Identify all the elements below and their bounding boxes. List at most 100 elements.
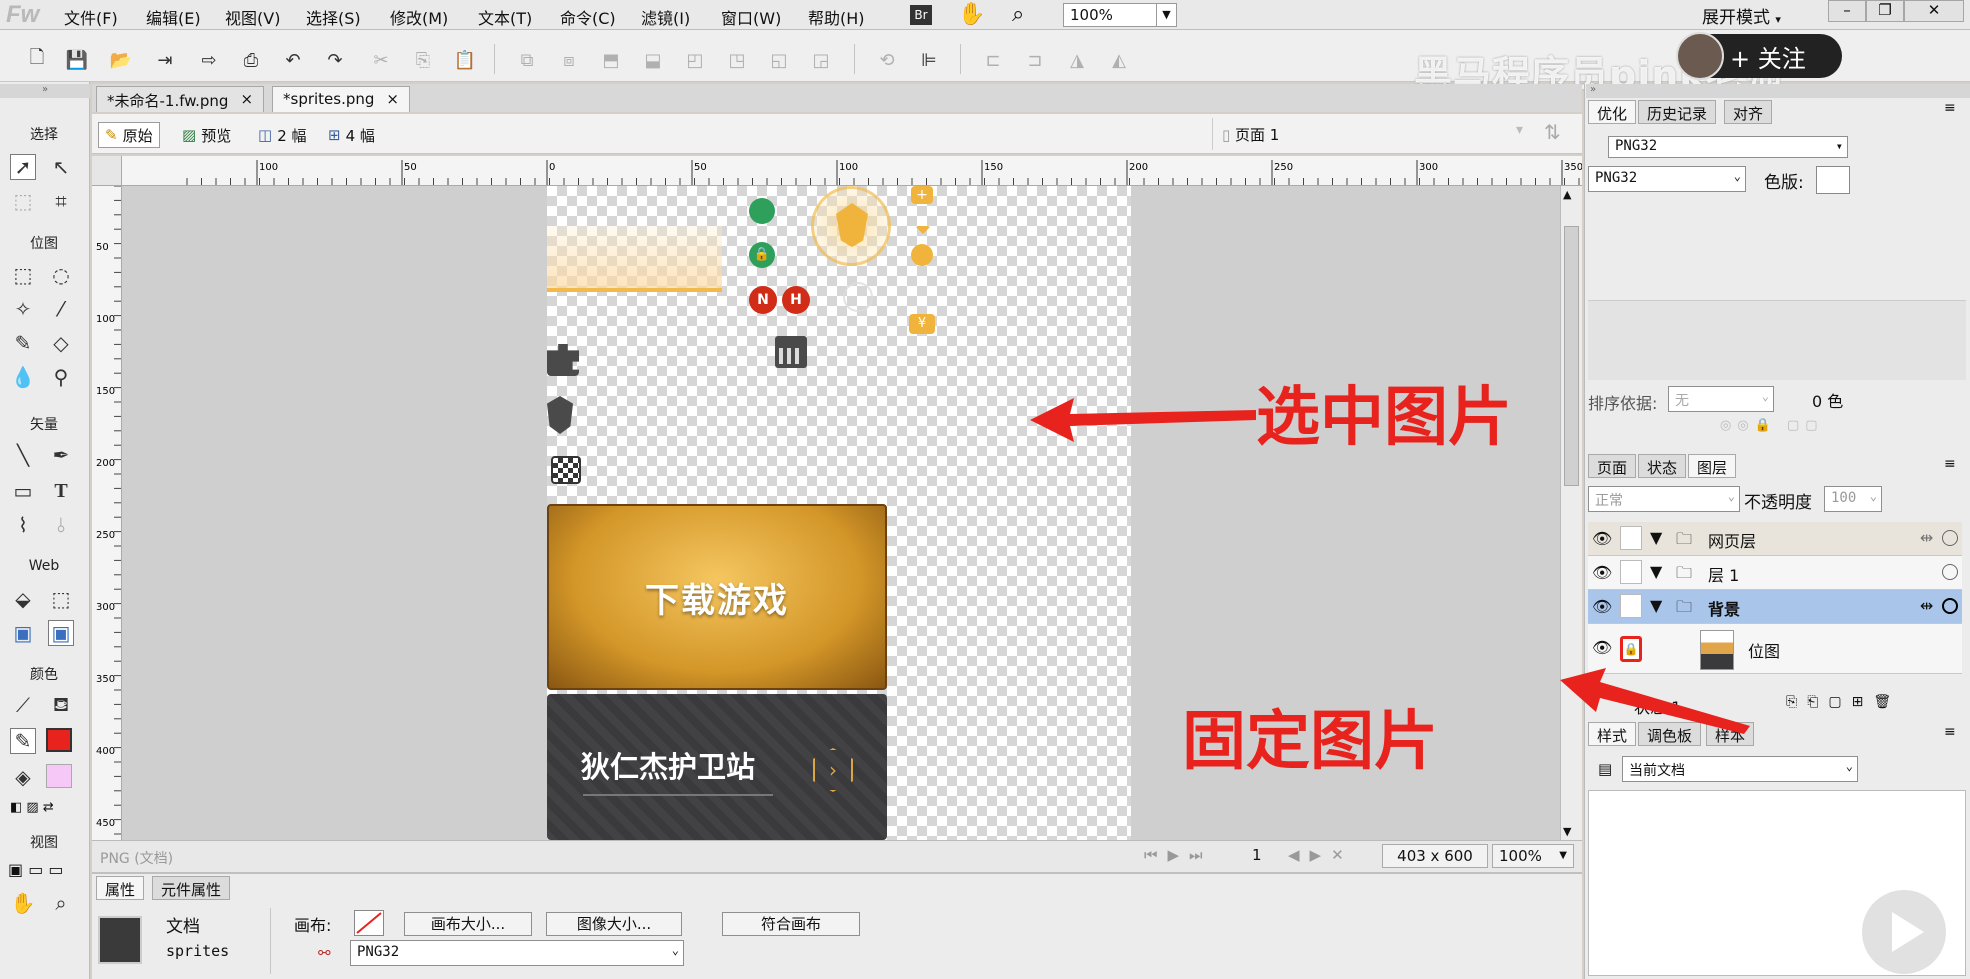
bucket-tool-icon[interactable]: ⛾ [48, 692, 74, 718]
shield-gray-icon[interactable] [547, 396, 573, 434]
subselect-tool-icon[interactable]: ↖ [48, 154, 74, 180]
align-left-icon[interactable]: ⊏ [980, 48, 1006, 72]
restore-button[interactable]: ❐ [1866, 0, 1904, 22]
zoom-icon[interactable]: ⌕ [1012, 2, 1024, 27]
lock-toggle[interactable] [1620, 594, 1642, 618]
send-back-icon[interactable]: ◳ [724, 48, 750, 72]
view-original-button[interactable]: ✎ 原始 [98, 122, 160, 148]
default-colors-icon[interactable]: ◧ ▨ ⇄ [10, 800, 54, 815]
matte-color-swatch[interactable] [1816, 166, 1850, 194]
panel-grip[interactable]: » [1586, 84, 1970, 98]
style-source-select[interactable]: 当前文档 ⌄ [1622, 756, 1858, 782]
menu-item[interactable]: 帮助(H) [808, 5, 865, 29]
hand-icon[interactable]: ✋ [958, 2, 985, 27]
hide-slices-icon[interactable]: ▣ [10, 620, 36, 646]
import-icon[interactable]: ⇥ [152, 48, 178, 72]
scroll-down-icon[interactable]: ▼ [1563, 825, 1571, 838]
lock-toggle[interactable] [1620, 560, 1642, 584]
hand-tool-icon[interactable]: ✋ [10, 890, 36, 916]
freeform-tool-icon[interactable]: ⌇ [10, 512, 36, 538]
eye-icon[interactable]: 👁 [1592, 563, 1612, 582]
zoom-level-select[interactable]: 100% ▼ [1492, 844, 1574, 868]
bridge-icon[interactable]: Br [910, 5, 932, 25]
text-tool-icon[interactable]: T [48, 478, 74, 504]
distribute-icon[interactable]: ◲ [808, 48, 834, 72]
panel-menu-icon[interactable]: ≡ [1944, 456, 1956, 472]
tab-align[interactable]: 对齐 [1724, 100, 1773, 124]
menu-item[interactable]: 选择(S) [306, 5, 361, 29]
stamp-tool-icon[interactable]: ⚲ [48, 364, 74, 390]
view-preview-button[interactable]: ▨ 预览 [176, 122, 237, 148]
play-overlay[interactable] [1862, 890, 1946, 974]
fill-color-swatch[interactable] [46, 764, 72, 788]
expand-icon[interactable]: ▼ [1650, 596, 1662, 615]
blend-mode-select[interactable]: 正常 ⌄ [1588, 486, 1740, 512]
panel-grip[interactable]: » [0, 84, 90, 98]
pen-tool-icon[interactable]: ✒ [48, 442, 74, 468]
cut-icon[interactable]: ✂ [368, 48, 394, 72]
layer-target-icon[interactable] [1942, 564, 1958, 580]
tab-layers[interactable]: 图层 [1688, 454, 1737, 478]
flip-v-icon[interactable]: ◭ [1106, 48, 1132, 72]
yen-ticket-icon[interactable]: ¥ [909, 314, 935, 334]
document-canvas[interactable]: 🔒 N H + ¥ 下载游戏 狄仁杰护卫站 › [547, 186, 1131, 840]
align-icon[interactable]: ⊫ [916, 48, 942, 72]
print-icon[interactable]: ⎙ [238, 48, 264, 72]
save-icon[interactable]: 💾 [64, 48, 90, 72]
page-select[interactable]: ▯ 页面 1 [1222, 124, 1279, 145]
brush-tool-icon[interactable]: ⁄ [48, 296, 74, 322]
optimize-format-select[interactable]: PNG32 ⌄ [1588, 166, 1746, 192]
image-size-button[interactable]: 图像大小... [546, 912, 682, 936]
arrange-icon[interactable]: ◱ [766, 48, 792, 72]
screen-mode-icons[interactable]: ▣ ▭ ▭ [8, 860, 64, 879]
split-icon[interactable]: ⬓ [640, 48, 666, 72]
calendar-icon[interactable] [775, 336, 807, 368]
lock-icon[interactable]: 🔒 [749, 242, 775, 268]
open-icon[interactable]: 📂 [108, 48, 134, 72]
blur-tool-icon[interactable]: 💧 [10, 364, 36, 390]
plus-icon[interactable]: + [911, 186, 933, 204]
expand-icon[interactable]: ▼ [1650, 528, 1662, 547]
rectangle-tool-icon[interactable]: ▭ [10, 478, 36, 504]
sprite-badge-h[interactable]: H [782, 286, 810, 314]
copy-icon[interactable]: ⎘ [410, 48, 436, 72]
chevron-down-icon[interactable]: ▾ [1516, 122, 1523, 138]
bring-front-icon[interactable]: ◰ [682, 48, 708, 72]
hotspot-tool-icon[interactable]: ⬙ [10, 586, 36, 612]
eye-icon[interactable]: 👁 [1592, 529, 1612, 548]
eraser-tool-icon[interactable]: ◇ [48, 330, 74, 356]
frame-step-icons[interactable]: ◀▶✕ [1288, 846, 1354, 864]
sprite-green-badge[interactable] [749, 198, 775, 224]
expand-icon[interactable]: ▼ [1650, 562, 1662, 581]
layer-target-icon[interactable] [1942, 530, 1958, 546]
view-2up-button[interactable]: ◫ 2 幅 [252, 122, 313, 148]
zoom-tool-icon[interactable]: ⌕ [48, 890, 74, 916]
lasso-tool-icon[interactable]: ◌ [48, 262, 74, 288]
line-tool-icon[interactable]: ╲ [10, 442, 36, 468]
marquee-tool-icon[interactable]: ⬚ [10, 262, 36, 288]
palette-tool-icons[interactable]: ◎◎🔒 ▢▢ [1720, 418, 1824, 433]
lock-toggle[interactable] [1620, 526, 1642, 550]
new-file-icon[interactable]: 🗋 [24, 47, 50, 72]
triangle-down-icon[interactable] [915, 226, 931, 234]
layer-actions-icons[interactable]: ⎘⎗▢⊞🗑 [1786, 694, 1901, 710]
view-4up-button[interactable]: ⊞ 4 幅 [322, 122, 381, 148]
tab-symbol-properties[interactable]: 元件属性 [152, 876, 231, 900]
optimize-preset-select[interactable]: PNG32 ▾ [1608, 136, 1848, 158]
sprite-faded-circle[interactable] [843, 282, 873, 312]
tab-properties[interactable]: 属性 [96, 876, 145, 900]
show-slices-icon[interactable]: ▣ [48, 620, 74, 646]
tab-sprites[interactable]: *sprites.png × [272, 86, 410, 112]
opacity-input[interactable]: 100 ⌄ [1824, 486, 1882, 512]
undo-icon[interactable]: ↶ [280, 48, 306, 72]
menu-item[interactable]: 文件(F) [64, 5, 118, 29]
puzzle-icon[interactable] [547, 344, 579, 376]
eyedropper-tool-icon[interactable]: ⟋ [10, 692, 36, 718]
ungroup-icon[interactable]: ⧈ [556, 48, 582, 72]
minimize-button[interactable]: – [1828, 0, 1866, 22]
layer-row-layer1[interactable]: 👁 ▼ 🗀 层 1 [1588, 556, 1962, 590]
menu-item[interactable]: 滤镜(I) [641, 5, 690, 29]
join-icon[interactable]: ⬒ [598, 48, 624, 72]
tab-history[interactable]: 历史记录 [1638, 100, 1717, 124]
panel-menu-icon[interactable]: ≡ [1944, 724, 1956, 740]
